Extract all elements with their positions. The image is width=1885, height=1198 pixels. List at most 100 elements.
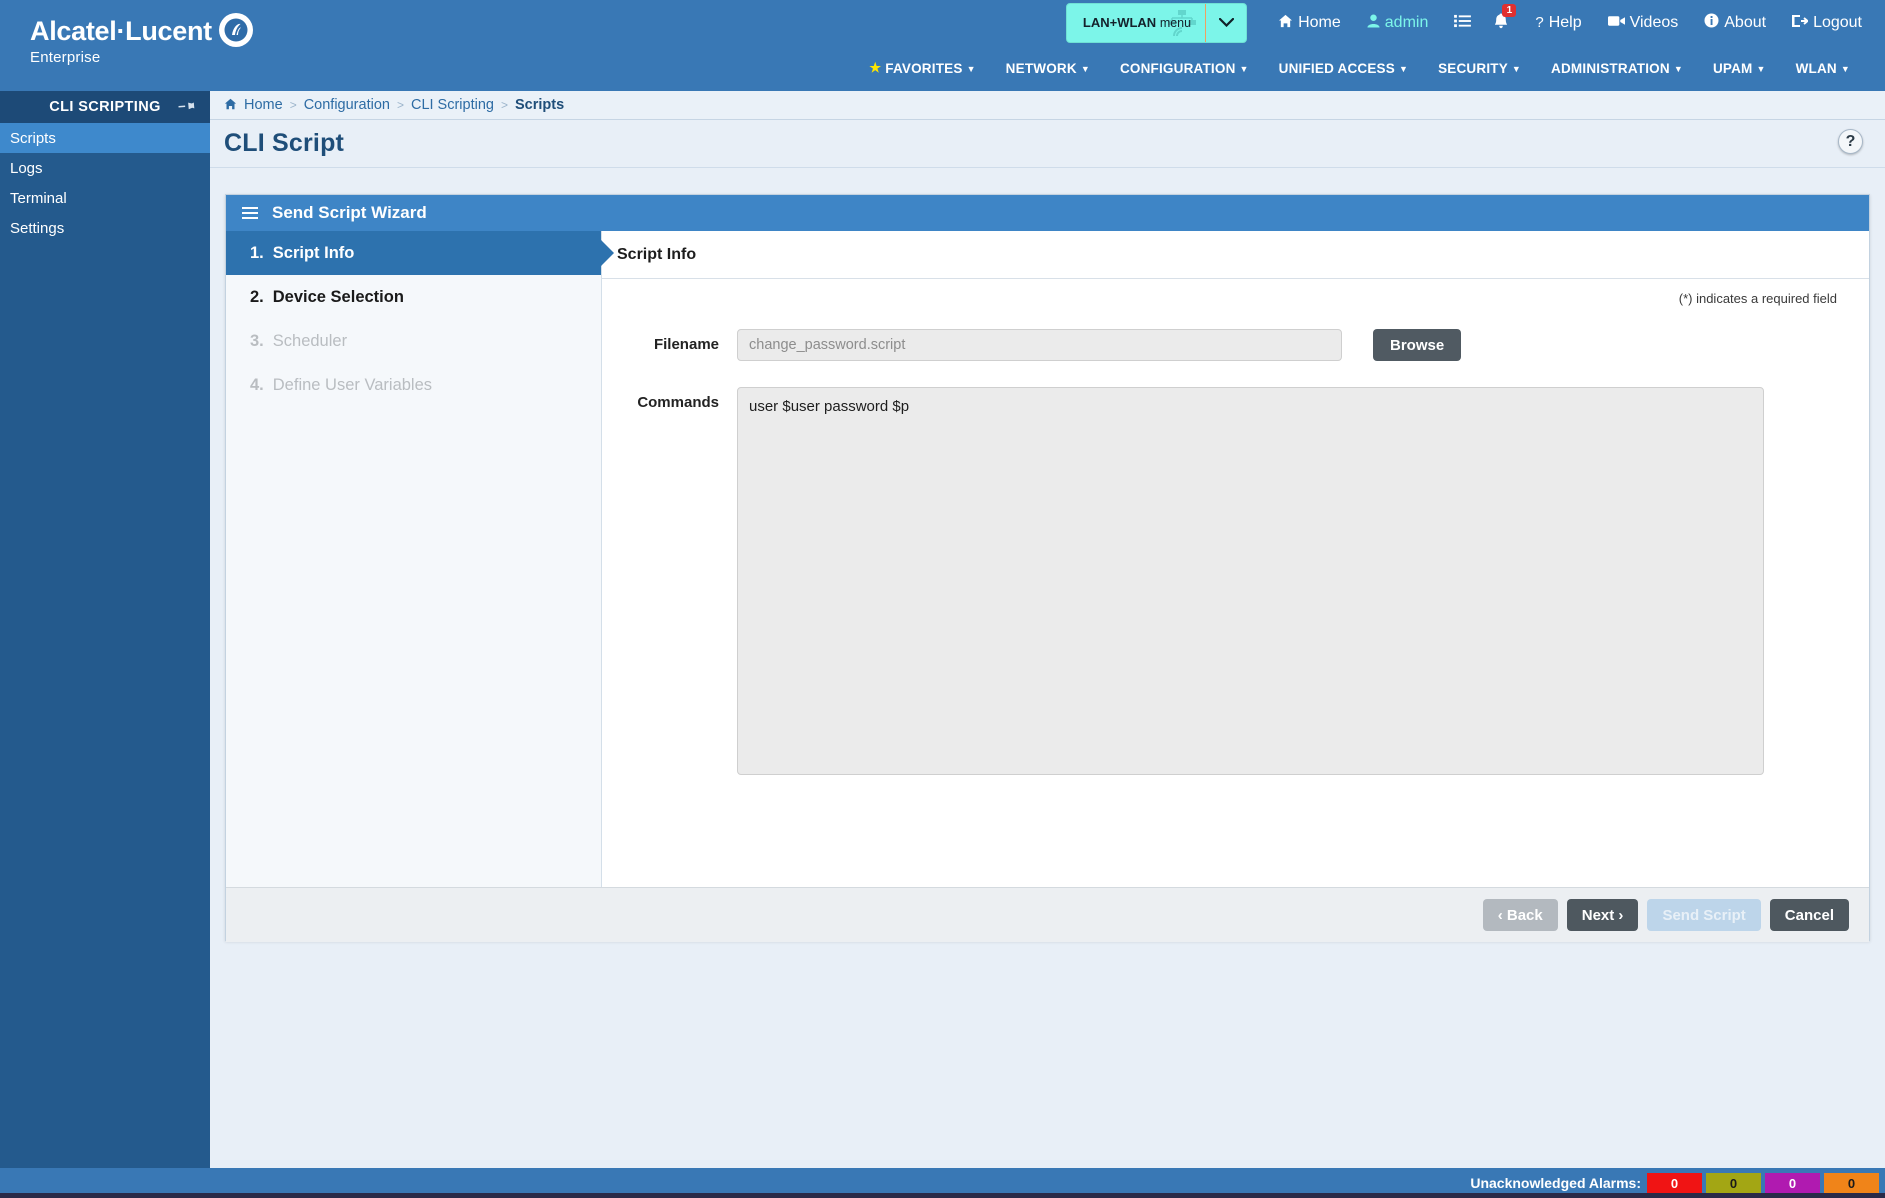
chevron-down-icon: ▼ <box>1674 64 1683 74</box>
wizard-step-scheduler: 3. Scheduler <box>226 319 601 363</box>
sidebar-item-logs[interactable]: Logs <box>0 153 210 183</box>
list-icon <box>1454 14 1471 32</box>
wizard-panel: Script Info (*) indicates a required fie… <box>602 231 1869 887</box>
video-icon <box>1608 14 1625 31</box>
help-question-icon[interactable]: ? <box>1838 129 1863 154</box>
logout-icon <box>1792 14 1808 32</box>
nav-item-network[interactable]: NETWORK ▼ <box>991 61 1105 76</box>
alarm-count-critical[interactable]: 0 <box>1647 1173 1702 1194</box>
browse-button[interactable]: Browse <box>1373 329 1461 361</box>
nav-item-administration[interactable]: ADMINISTRATION ▼ <box>1536 61 1698 76</box>
step-number: 2. <box>250 288 264 307</box>
breadcrumb-separator: > <box>501 98 508 112</box>
util-logout-label: Logout <box>1813 14 1862 32</box>
alcatel-lucent-logo-icon <box>219 13 253 47</box>
home-icon <box>1278 14 1293 32</box>
sidebar-item-label: Logs <box>10 160 43 177</box>
main-content: Home > Configuration > CLI Scripting > S… <box>210 91 1885 1198</box>
step-number: 3. <box>250 332 264 351</box>
sidebar-item-label: Terminal <box>10 190 67 207</box>
send-script-wizard: Send Script Wizard 1. Script Info 2. Dev… <box>225 194 1870 941</box>
util-about-button[interactable]: About <box>1691 13 1779 32</box>
nav-item-favorites-label: FAVORITES <box>885 61 962 76</box>
step-label: Define User Variables <box>273 376 432 395</box>
step-number: 4. <box>250 376 264 395</box>
util-admin-button[interactable]: admin <box>1354 14 1442 32</box>
cancel-button[interactable]: Cancel <box>1770 899 1849 931</box>
nav-item-security-label: SECURITY <box>1438 61 1508 76</box>
util-videos-button[interactable]: Videos <box>1595 14 1692 32</box>
filename-row: Filename Browse <box>617 329 1837 361</box>
util-home-button[interactable]: Home <box>1265 14 1354 32</box>
nav-item-configuration[interactable]: CONFIGURATION ▼ <box>1105 61 1264 76</box>
page-title: CLI Script <box>224 129 344 158</box>
chevron-down-icon: ▼ <box>1240 64 1249 74</box>
home-icon <box>224 98 237 113</box>
hamburger-icon[interactable] <box>242 207 258 219</box>
page-title-bar: CLI Script ? <box>210 120 1885 168</box>
wizard-header: Send Script Wizard <box>226 195 1869 231</box>
context-menu-selector[interactable]: LAN+WLAN menu <box>1066 3 1247 43</box>
breadcrumb-item-cli-scripting[interactable]: CLI Scripting <box>411 97 494 113</box>
sidebar-item-label: Settings <box>10 220 64 237</box>
nav-item-upam[interactable]: UPAM ▼ <box>1698 61 1781 76</box>
sidebar: CLI SCRIPTING Scripts Logs Terminal Sett… <box>0 91 210 1198</box>
sidebar-item-scripts[interactable]: Scripts <box>0 123 210 153</box>
back-button[interactable]: ‹ Back <box>1483 899 1558 931</box>
wizard-steps: 1. Script Info 2. Device Selection 3. Sc… <box>226 231 602 887</box>
brand-name: Alcatel·Lucent <box>30 16 212 47</box>
nav-item-upam-label: UPAM <box>1713 61 1753 76</box>
nav-item-security[interactable]: SECURITY ▼ <box>1423 61 1536 76</box>
wizard-step-device-selection[interactable]: 2. Device Selection <box>226 275 601 319</box>
nav-item-unified-access[interactable]: UNIFIED ACCESS ▼ <box>1264 61 1423 76</box>
panel-title: Script Info <box>602 231 1869 279</box>
chevron-down-icon[interactable] <box>1205 4 1246 42</box>
nav-item-favorites[interactable]: ★ FAVORITES ▼ <box>854 60 990 76</box>
util-list-button[interactable] <box>1441 14 1484 32</box>
send-script-button: Send Script <box>1647 899 1760 931</box>
context-menu-label: LAN+WLAN menu <box>1067 15 1205 30</box>
step-label: Script Info <box>273 244 355 263</box>
step-label: Device Selection <box>273 288 404 307</box>
panel-body: (*) indicates a required field Filename … <box>602 279 1869 887</box>
nav-item-administration-label: ADMINISTRATION <box>1551 61 1670 76</box>
breadcrumb: Home > Configuration > CLI Scripting > S… <box>210 91 1885 120</box>
filename-label: Filename <box>617 329 737 361</box>
wizard-body: 1. Script Info 2. Device Selection 3. Sc… <box>226 231 1869 887</box>
util-help-button[interactable]: ? Help <box>1522 14 1594 32</box>
pin-icon[interactable] <box>175 95 199 119</box>
chevron-down-icon: ▼ <box>1841 64 1850 74</box>
user-icon <box>1367 14 1380 32</box>
commands-textarea[interactable] <box>737 387 1764 775</box>
alarm-count-warning[interactable]: 0 <box>1824 1173 1879 1194</box>
step-number: 1. <box>250 244 264 263</box>
filename-input[interactable] <box>737 329 1342 361</box>
nav-item-configuration-label: CONFIGURATION <box>1120 61 1236 76</box>
util-notifications-button[interactable]: 1 <box>1484 13 1522 33</box>
chevron-down-icon: ▼ <box>1081 64 1090 74</box>
required-field-note: (*) indicates a required field <box>1679 291 1837 306</box>
breadcrumb-item-configuration[interactable]: Configuration <box>304 97 390 113</box>
nav-item-wlan[interactable]: WLAN ▼ <box>1781 61 1865 76</box>
util-home-label: Home <box>1298 14 1341 32</box>
info-icon <box>1704 13 1719 32</box>
step-label: Scheduler <box>273 332 347 351</box>
nav-item-network-label: NETWORK <box>1006 61 1077 76</box>
util-help-label: Help <box>1549 14 1582 32</box>
alarm-count-minor[interactable]: 0 <box>1765 1173 1820 1194</box>
breadcrumb-separator: > <box>290 98 297 112</box>
sidebar-item-terminal[interactable]: Terminal <box>0 183 210 213</box>
alarm-count-major[interactable]: 0 <box>1706 1173 1761 1194</box>
main-nav: ★ FAVORITES ▼ NETWORK ▼ CONFIGURATION ▼ … <box>0 52 1885 84</box>
util-admin-label: admin <box>1385 14 1429 32</box>
wizard-footer: ‹ Back Next › Send Script Cancel <box>226 887 1869 942</box>
breadcrumb-separator: > <box>397 98 404 112</box>
sidebar-item-settings[interactable]: Settings <box>0 213 210 243</box>
wizard-step-define-user-variables: 4. Define User Variables <box>226 363 601 407</box>
next-button[interactable]: Next › <box>1567 899 1639 931</box>
chevron-down-icon: ▼ <box>1399 64 1408 74</box>
util-logout-button[interactable]: Logout <box>1779 14 1875 32</box>
breadcrumb-item-home[interactable]: Home <box>244 97 283 113</box>
wizard-step-script-info[interactable]: 1. Script Info <box>226 231 601 275</box>
util-about-label: About <box>1724 14 1766 32</box>
